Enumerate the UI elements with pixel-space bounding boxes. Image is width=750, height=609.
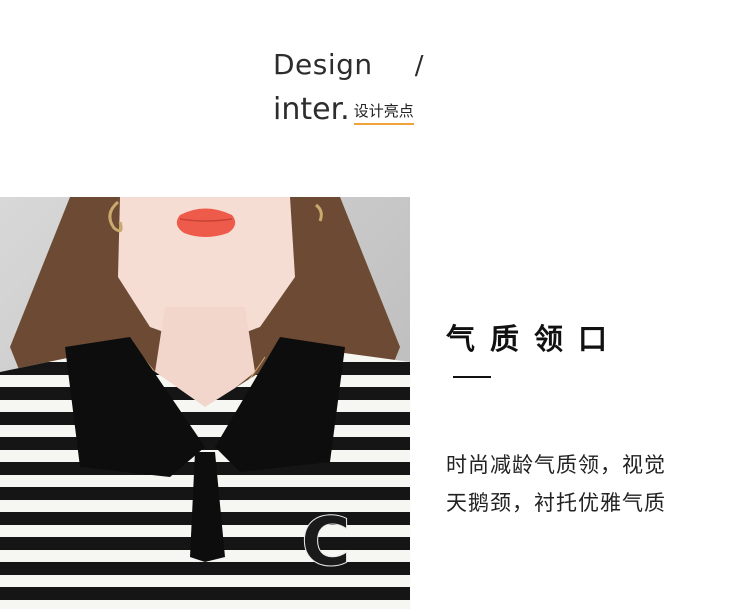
inter-line: inter. 设计亮点 bbox=[273, 95, 424, 125]
feature-description-line-2: 天鹅颈，衬托优雅气质 bbox=[446, 491, 666, 515]
design-title: Design bbox=[273, 48, 373, 81]
feature-description-line-1: 时尚减龄气质领，视觉 bbox=[446, 453, 666, 477]
title-slash: / bbox=[414, 51, 424, 81]
model-illustration: C bbox=[0, 197, 410, 609]
design-title-line: Design / bbox=[273, 48, 424, 81]
design-subtitle: 设计亮点 bbox=[353, 104, 414, 125]
design-header: Design / inter. 设计亮点 bbox=[273, 48, 424, 125]
title-divider bbox=[453, 376, 491, 378]
inter-title: inter. bbox=[273, 92, 350, 127]
product-photo: C bbox=[0, 197, 410, 609]
feature-title: 气质领口 bbox=[446, 322, 623, 356]
logo-letter: C bbox=[301, 503, 351, 582]
